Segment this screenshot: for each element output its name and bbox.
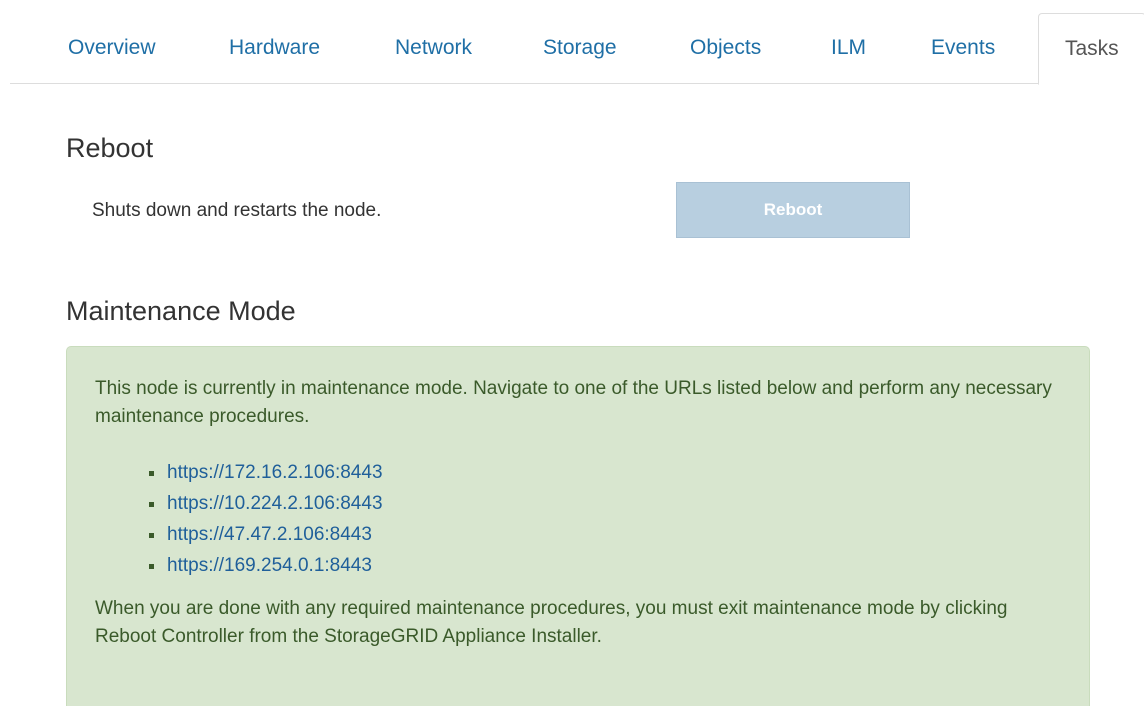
list-item: https://172.16.2.106:8443 (95, 457, 383, 488)
list-item: https://10.224.2.106:8443 (95, 488, 383, 519)
tab-hardware[interactable]: Hardware (229, 0, 320, 84)
tab-objects[interactable]: Objects (690, 0, 761, 84)
tab-bar: Overview Hardware Network Storage Object… (10, 0, 1144, 85)
bullet-icon (149, 564, 154, 569)
maintenance-outro: When you are done with any required main… (95, 598, 1008, 647)
maintenance-url-link[interactable]: https://172.16.2.106:8443 (167, 462, 383, 483)
maintenance-alert: This node is currently in maintenance mo… (66, 346, 1090, 706)
maintenance-url-link[interactable]: https://10.224.2.106:8443 (167, 493, 383, 514)
maintenance-url-link[interactable]: https://47.47.2.106:8443 (167, 524, 372, 545)
maintenance-url-link[interactable]: https://169.254.0.1:8443 (167, 555, 372, 576)
tab-tasks[interactable]: Tasks (1038, 13, 1144, 85)
list-item: https://169.254.0.1:8443 (95, 550, 383, 581)
bullet-icon (149, 533, 154, 538)
bullet-icon (149, 502, 154, 507)
maintenance-url-list: https://172.16.2.106:8443 https://10.224… (95, 457, 383, 581)
reboot-description: Shuts down and restarts the node. (92, 200, 382, 221)
maintenance-section-title: Maintenance Mode (66, 296, 296, 326)
reboot-button[interactable]: Reboot (676, 182, 910, 238)
maintenance-intro: This node is currently in maintenance mo… (95, 378, 1052, 427)
list-item: https://47.47.2.106:8443 (95, 519, 383, 550)
tab-network[interactable]: Network (395, 0, 472, 84)
tab-overview[interactable]: Overview (68, 0, 156, 84)
tab-ilm[interactable]: ILM (831, 0, 866, 84)
tab-events[interactable]: Events (931, 0, 995, 84)
node-tasks-page: Overview Hardware Network Storage Object… (0, 0, 1144, 706)
tab-storage[interactable]: Storage (543, 0, 617, 84)
reboot-section-title: Reboot (66, 133, 154, 163)
bullet-icon (149, 471, 154, 476)
